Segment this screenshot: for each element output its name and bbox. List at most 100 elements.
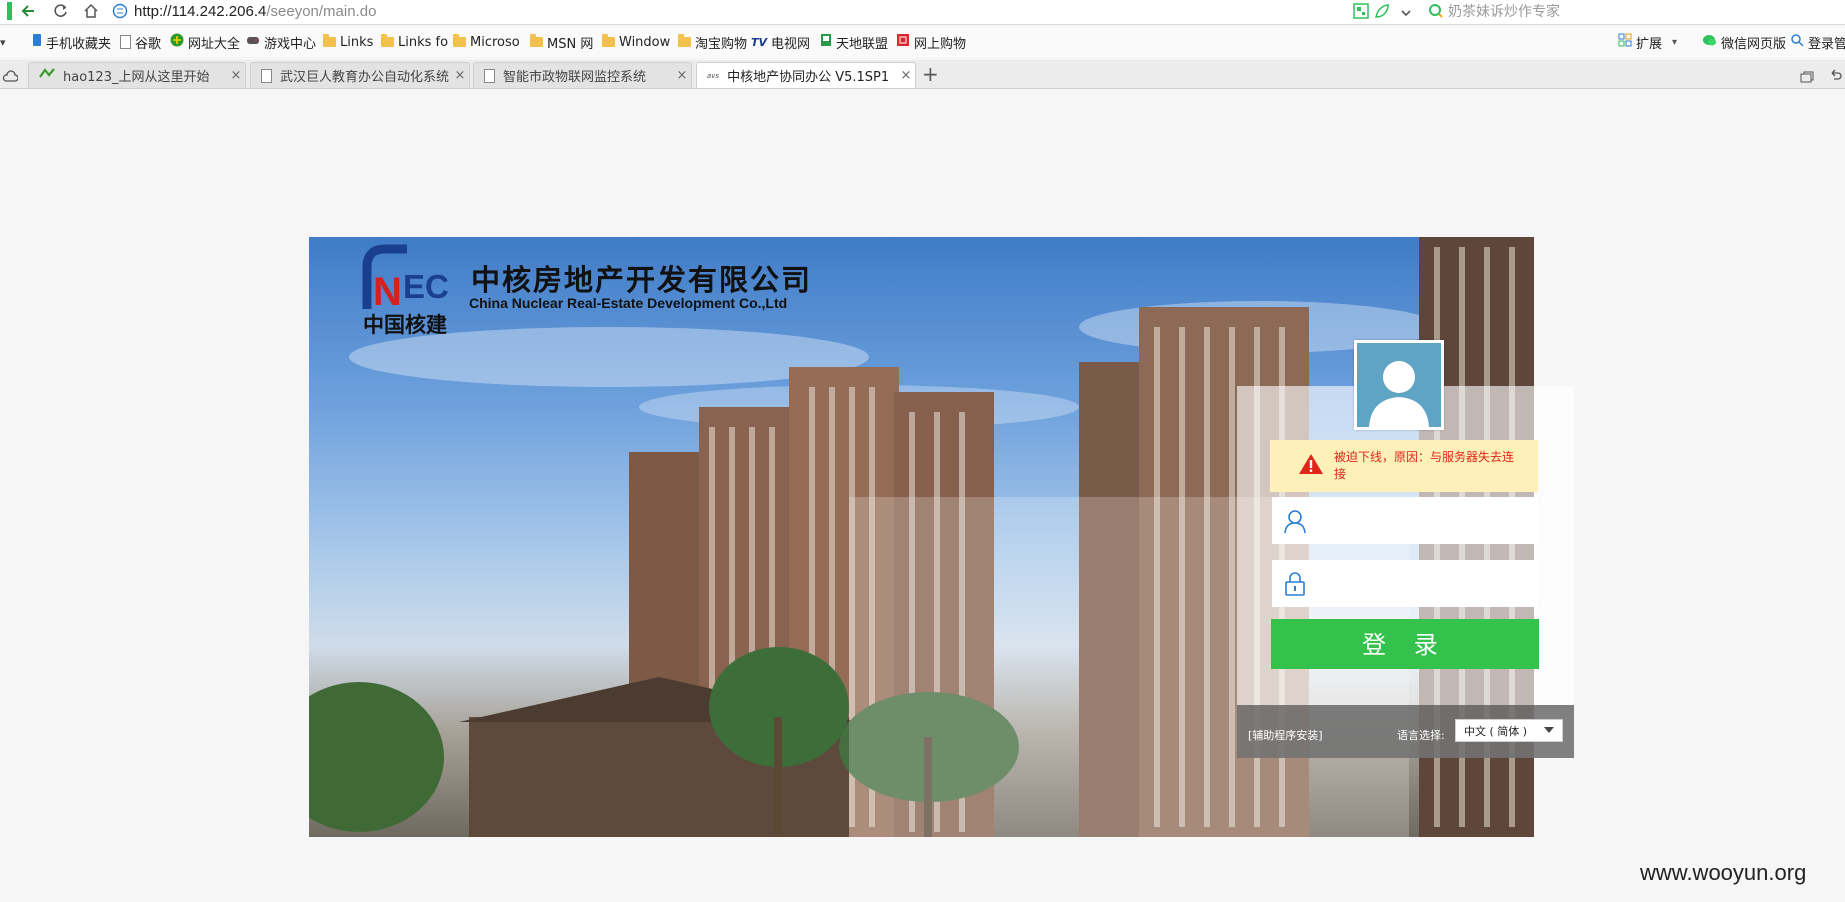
- logo-ec: EC: [403, 268, 449, 305]
- user-icon: [1272, 508, 1318, 534]
- search-field[interactable]: 奶茶妹诉炒作专家: [1428, 1, 1845, 21]
- company-name-cn: 中核房地产开发有限公司: [471, 263, 813, 297]
- language-select[interactable]: 中文 ( 简体 ): [1455, 719, 1563, 742]
- url-host: http://114.242.206.4: [134, 2, 267, 20]
- globe-icon: [112, 3, 128, 19]
- bookmark-label: Microso: [470, 34, 520, 50]
- bookmark-item[interactable]: Links: [323, 32, 373, 52]
- undo-icon[interactable]: [1828, 67, 1842, 86]
- tab-bar: hao123_上网从这里开始 × 武汉巨人教育办公自动化系统 × 智能市政物联网…: [0, 60, 1845, 89]
- back-button[interactable]: [18, 0, 40, 22]
- login-manager-label: 登录管: [1808, 36, 1845, 52]
- tab-wuhan-education[interactable]: 武汉巨人教育办公自动化系统 ×: [250, 62, 470, 88]
- username-input[interactable]: [1318, 499, 1527, 542]
- wechat-label: 微信网页版: [1721, 36, 1787, 52]
- bookmark-item[interactable]: Links fo: [381, 32, 448, 52]
- tab-title: 中核地产协同办公 V5.1SP1: [727, 70, 890, 85]
- username-field[interactable]: [1272, 497, 1537, 544]
- folder-icon: [381, 34, 394, 47]
- search-icon: [1429, 4, 1443, 18]
- tab-zhonghe-office[interactable]: avs 中核地产协同办公 V5.1SP1 ×: [696, 62, 916, 88]
- new-tab-button[interactable]: +: [922, 62, 939, 86]
- extensions-label: 扩展: [1636, 36, 1663, 52]
- bookmark-item[interactable]: MSN 网: [530, 32, 593, 52]
- login-manager-button[interactable]: 登录管: [1790, 32, 1845, 52]
- avatar: [1354, 340, 1444, 430]
- tab-smart-municipal[interactable]: 智能市政物联网监控系统 ×: [473, 62, 692, 88]
- user-silhouette-icon: [1369, 361, 1429, 427]
- flag-icon: [820, 33, 832, 51]
- close-icon[interactable]: ×: [227, 68, 245, 83]
- bookmark-item[interactable]: TV 电视网: [751, 32, 810, 52]
- chevron-down-icon: ▾: [1672, 36, 1678, 48]
- company-name-en: China Nuclear Real-Estate Development Co…: [469, 295, 788, 311]
- gamepad-icon: [246, 34, 260, 50]
- wechat-button[interactable]: 微信网页版: [1703, 32, 1786, 52]
- login-button[interactable]: 登 录: [1271, 619, 1539, 669]
- url-path: /seeyon/main.do: [266, 2, 377, 20]
- bookmark-item[interactable]: 淘宝购物: [678, 32, 747, 52]
- bookmark-label: 网上购物: [914, 36, 967, 52]
- phone-icon: [32, 33, 42, 51]
- bookmark-item[interactable]: 网上购物: [896, 32, 966, 52]
- folder-icon: [602, 34, 615, 47]
- home-button[interactable]: [80, 0, 102, 22]
- warning-icon: [1298, 453, 1324, 479]
- bookmark-item[interactable]: 手机收藏夹: [32, 32, 111, 52]
- language-selected-value: 中文 ( 简体 ): [1464, 724, 1528, 738]
- qr-icon[interactable]: [1353, 3, 1369, 23]
- language-label: 语言选择:: [1397, 729, 1445, 742]
- refresh-button[interactable]: [50, 0, 72, 22]
- bookmark-label: 手机收藏夹: [46, 36, 112, 52]
- bookmarks-menu-chevron[interactable]: ▾: [0, 32, 6, 52]
- error-message-text: 被迫下线，原因：与服务器失去连接: [1334, 450, 1515, 481]
- bookmark-item[interactable]: 天地联盟: [820, 32, 888, 52]
- bookmark-label: 天地联盟: [836, 36, 889, 52]
- watermark-text: www.wooyun.org: [1640, 860, 1807, 885]
- bookmark-label: 淘宝购物: [695, 36, 748, 52]
- wechat-icon: [1703, 34, 1717, 51]
- close-icon[interactable]: ×: [673, 68, 691, 83]
- leaf-icon[interactable]: [1374, 3, 1390, 23]
- folder-icon: [678, 34, 691, 47]
- bookmark-label: 谷歌: [135, 36, 162, 52]
- bookmark-label: 电视网: [771, 36, 811, 52]
- tab-hao123[interactable]: hao123_上网从这里开始 ×: [28, 62, 246, 88]
- bookmark-label: 网址大全: [188, 36, 241, 52]
- hao123-icon: [39, 67, 55, 84]
- tv-icon: TV: [751, 35, 768, 49]
- grid-icon: [1618, 33, 1632, 51]
- bookmark-item[interactable]: Microso: [453, 32, 520, 52]
- close-icon[interactable]: ×: [897, 68, 915, 83]
- tab-title: 智能市政物联网监控系统: [503, 70, 647, 85]
- window-restore-icon[interactable]: [1800, 68, 1814, 87]
- bookmark-item[interactable]: Window: [602, 32, 670, 52]
- folder-icon: [453, 34, 466, 47]
- bookmark-item[interactable]: 游戏中心: [246, 32, 316, 52]
- extensions-button[interactable]: 扩展 ▾: [1618, 32, 1677, 52]
- password-input[interactable]: [1318, 562, 1527, 605]
- favicon-icon: avs: [707, 71, 720, 80]
- shop-icon: [896, 33, 910, 51]
- close-icon[interactable]: ×: [451, 68, 469, 83]
- bookmarks-bar: ▾ 手机收藏夹 谷歌 网址大全 游戏中心 Links Links fo Micr…: [0, 27, 1845, 57]
- cloud-icon[interactable]: [2, 67, 19, 86]
- key-search-icon: [1790, 33, 1804, 51]
- bookmark-item[interactable]: 网址大全: [170, 32, 240, 52]
- bookmark-label: 游戏中心: [264, 36, 317, 52]
- folder-icon: [530, 34, 543, 47]
- bookmark-label: Window: [619, 34, 671, 50]
- page-icon: [484, 68, 495, 83]
- page-icon: [261, 68, 272, 83]
- arrow-left-icon: [21, 5, 34, 17]
- password-field[interactable]: [1272, 560, 1537, 607]
- folder-icon: [323, 34, 336, 47]
- error-message-box: 被迫下线，原因：与服务器失去连接: [1270, 440, 1538, 492]
- chevron-down-icon[interactable]: [1400, 4, 1412, 23]
- bookmark-label: MSN 网: [547, 36, 594, 52]
- address-bar: http://114.242.206.4/seeyon/main.do 奶茶妹诉…: [0, 0, 1845, 25]
- helper-install-link[interactable]: [辅助程序安装]: [1248, 727, 1323, 743]
- bookmark-item[interactable]: 谷歌: [120, 32, 161, 52]
- url-field[interactable]: http://114.242.206.4/seeyon/main.do: [112, 1, 1392, 21]
- page-icon: [120, 35, 131, 49]
